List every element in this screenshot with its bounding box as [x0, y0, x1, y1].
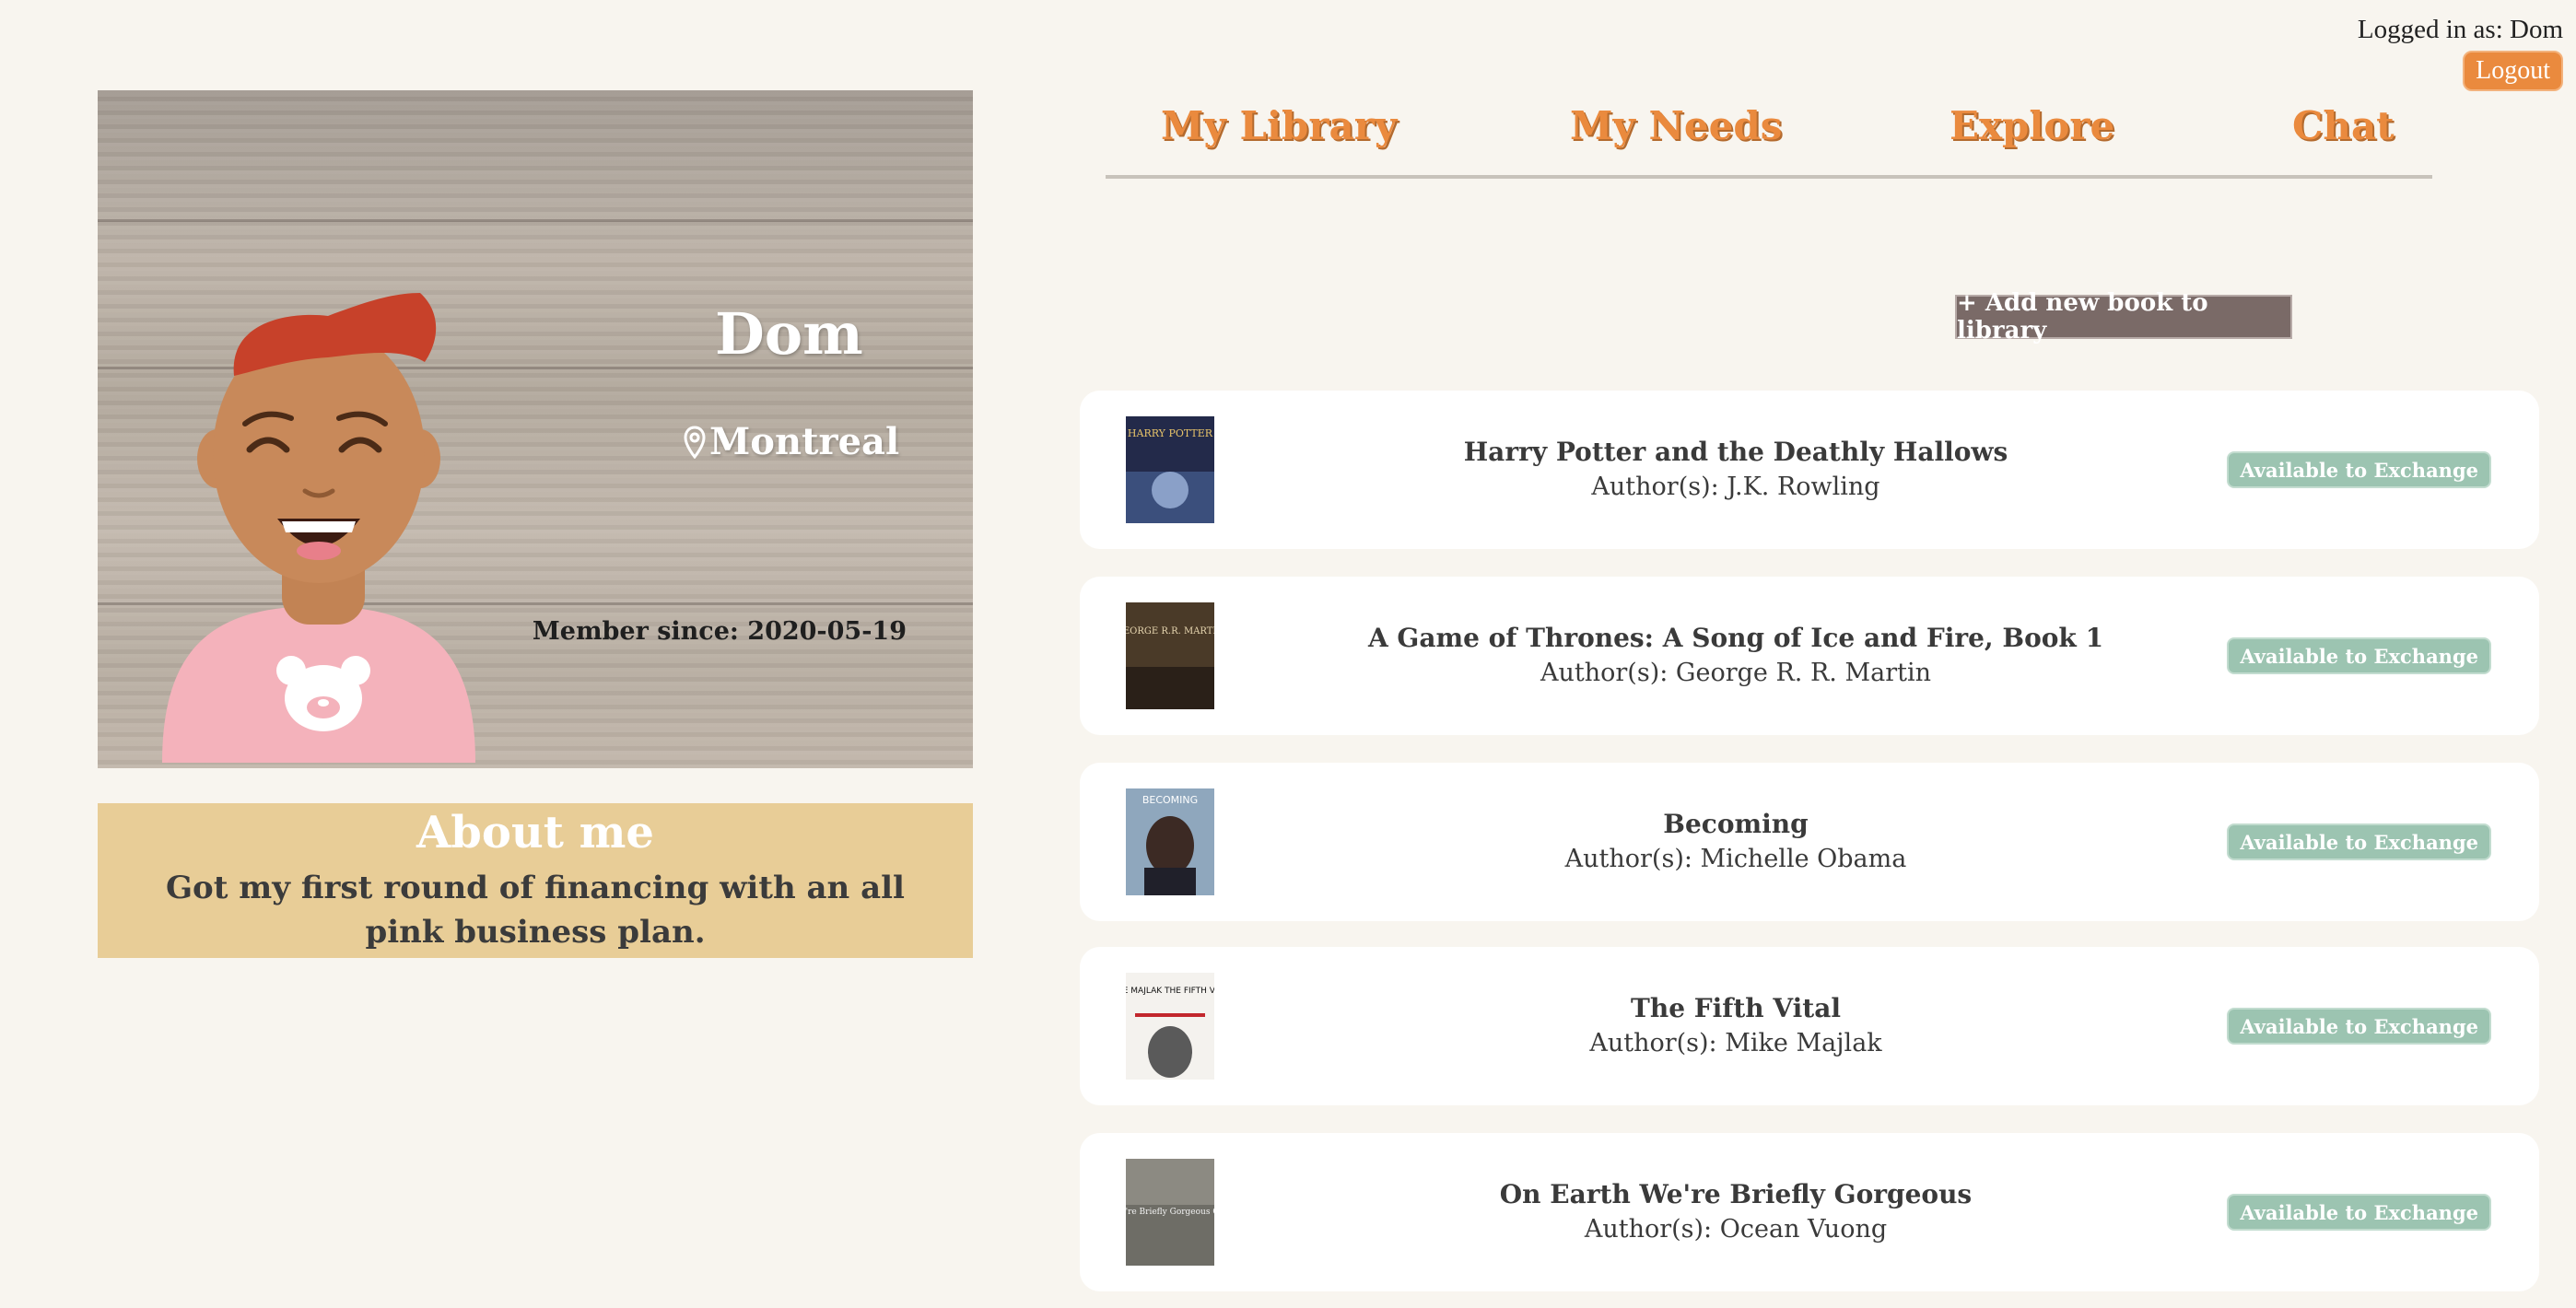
status-badge[interactable]: Available to Exchange: [2227, 1194, 2491, 1231]
avatar: [162, 293, 475, 763]
about-text: Got my first round of financing with an …: [166, 870, 905, 951]
tab-explore[interactable]: Explore: [1950, 103, 2114, 148]
book-title: Becoming: [1663, 809, 1809, 839]
book-info: A Game of Thrones: A Song of Ice and Fir…: [1319, 621, 2152, 691]
book-author: Author(s): Michelle Obama: [1564, 845, 1907, 873]
book-author: Author(s): J.K. Rowling: [1591, 473, 1880, 501]
main-nav: My Library My Needs Explore Chat: [1106, 103, 2432, 179]
book-info: The Fifth Vital Author(s): Mike Majlak: [1319, 991, 2152, 1061]
book-title: On Earth We're Briefly Gorgeous: [1499, 1179, 1973, 1209]
tab-my-needs[interactable]: My Needs: [1570, 103, 1782, 148]
list-item: MIKE MAJLAK THE FIFTH VITAL The Fifth Vi…: [1080, 947, 2539, 1105]
book-title: A Game of Thrones: A Song of Ice and Fir…: [1367, 623, 2104, 653]
book-cover: MIKE MAJLAK THE FIFTH VITAL: [1126, 973, 1214, 1080]
tab-my-library[interactable]: My Library: [1161, 103, 1397, 148]
book-info: Becoming Author(s): Michelle Obama: [1319, 807, 2152, 877]
about-heading: About me: [416, 807, 654, 858]
svg-text:MIKE MAJLAK THE FIFTH VITAL: MIKE MAJLAK THE FIFTH VITAL: [1126, 987, 1214, 996]
book-cover: GEORGE R.R. MARTIN: [1126, 602, 1214, 709]
profile-name: Dom: [715, 300, 863, 368]
book-title: Harry Potter and the Deathly Hallows: [1463, 437, 2008, 467]
book-title: The Fifth Vital: [1631, 993, 1841, 1023]
about-section: About me Got my first round of financing…: [98, 803, 973, 958]
profile-location: Montreal: [684, 420, 899, 463]
add-book-button[interactable]: + Add new book to library: [1955, 289, 2292, 345]
book-cover: On Earth We're Briefly Gorgeous Ocean Vu…: [1126, 1159, 1214, 1266]
book-info: Harry Potter and the Deathly Hallows Aut…: [1319, 435, 2152, 505]
book-cover: BECOMING: [1126, 788, 1214, 895]
tab-chat[interactable]: Chat: [2292, 103, 2395, 148]
status-badge[interactable]: Available to Exchange: [2227, 451, 2491, 488]
list-item: On Earth We're Briefly Gorgeous Ocean Vu…: [1080, 1133, 2539, 1291]
list-item: BECOMING Becoming Author(s): Michelle Ob…: [1080, 763, 2539, 921]
member-since: Member since: 2020-05-19: [532, 617, 907, 646]
status-badge[interactable]: Available to Exchange: [2227, 823, 2491, 860]
page: Logged in as: Dom Logout Dom Montreal Me…: [0, 0, 2576, 1308]
profile-location-text: Montreal: [709, 420, 900, 463]
logged-in-label: Logged in as: Dom: [2357, 15, 2563, 44]
book-author: Author(s): George R. R. Martin: [1540, 659, 1931, 687]
logout-button[interactable]: Logout: [2463, 51, 2563, 91]
session-info: Logged in as: Dom Logout: [2358, 15, 2563, 91]
list-item: GEORGE R.R. MARTIN A Game of Thrones: A …: [1080, 577, 2539, 735]
status-badge[interactable]: Available to Exchange: [2227, 1008, 2491, 1045]
book-cover: HARRY POTTER: [1126, 416, 1214, 523]
book-author: Author(s): Mike Majlak: [1589, 1029, 1882, 1057]
book-author: Author(s): Ocean Vuong: [1584, 1215, 1888, 1244]
location-pin-icon: [684, 425, 706, 459]
list-item: HARRY POTTER Harry Potter and the Deathl…: [1080, 391, 2539, 549]
svg-text:On Earth We're Briefly Gorgeou: On Earth We're Briefly Gorgeous Ocean Vu…: [1126, 1208, 1214, 1217]
profile-card: Dom Montreal Member since: 2020-05-19: [98, 90, 973, 768]
svg-text:GEORGE R.R. MARTIN: GEORGE R.R. MARTIN: [1126, 626, 1214, 636]
svg-text:BECOMING: BECOMING: [1142, 794, 1198, 806]
status-badge[interactable]: Available to Exchange: [2227, 637, 2491, 674]
book-info: On Earth We're Briefly Gorgeous Author(s…: [1319, 1177, 2152, 1247]
svg-text:HARRY POTTER: HARRY POTTER: [1128, 427, 1213, 439]
